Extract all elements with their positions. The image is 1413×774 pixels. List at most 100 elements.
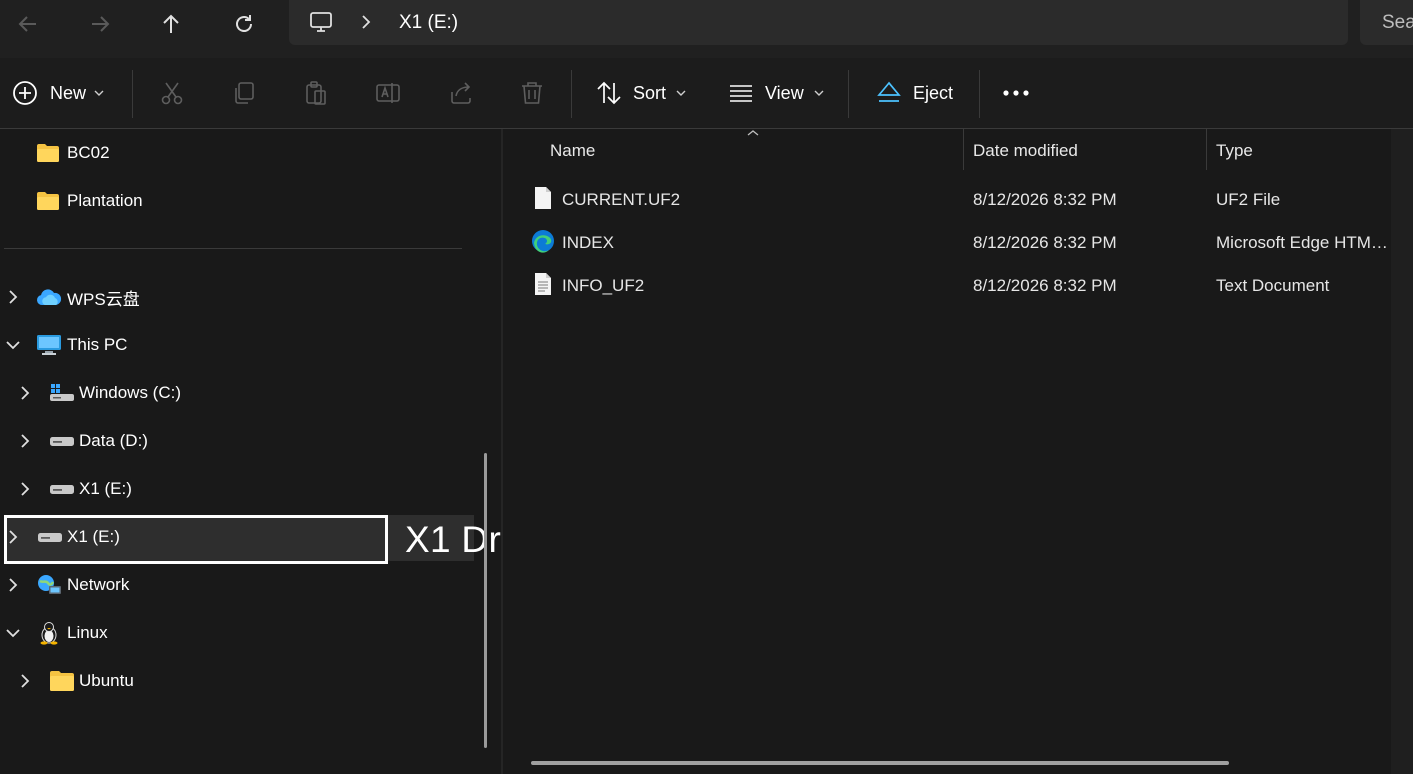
view-button[interactable]: View [728, 58, 824, 128]
nav-item-label: Ubuntu [79, 671, 134, 690]
more-dots-icon [1003, 90, 1029, 96]
cut-button[interactable] [159, 58, 185, 128]
nav-item-x1-e[interactable]: X1 (E:) [49, 467, 132, 511]
nav-item-network[interactable]: Network [36, 563, 129, 607]
up-arrow-icon [163, 14, 179, 33]
nav-item-data-d[interactable]: Data (D:) [49, 419, 148, 463]
chevron-right-icon[interactable] [18, 434, 32, 448]
cloud-icon [36, 289, 62, 305]
plus-circle-icon [13, 81, 37, 105]
nav-item-label: WPS云盘 [67, 289, 140, 309]
back-arrow-icon [18, 16, 36, 32]
file-date: 8/12/2026 8:32 PM [973, 190, 1117, 209]
nav-item-label: This PC [67, 335, 128, 354]
share-button[interactable] [448, 58, 474, 128]
sort-arrows-icon [597, 81, 621, 105]
sort-button[interactable]: Sort [596, 58, 686, 128]
folder-icon [37, 192, 59, 210]
search-placeholder: Sea [1382, 12, 1413, 33]
table-row[interactable]: INFO_UF2 8/12/2026 8:32 PM Text Document [503, 271, 1391, 301]
nav-item-label: Data (D:) [79, 431, 148, 450]
file-list: Name Date modified Type CURRENT.UF2 8/12… [503, 129, 1391, 774]
forward-arrow-icon [92, 16, 110, 32]
nav-item-bc02[interactable]: BC02 [36, 131, 110, 175]
nav-item-label: Windows (C:) [79, 383, 182, 402]
table-row[interactable]: CURRENT.UF2 8/12/2026 8:32 PM UF2 File [503, 185, 1391, 215]
nav-item-wps-cloud[interactable]: WPS云盘 [36, 275, 140, 319]
chevron-right-icon[interactable] [18, 482, 32, 496]
details-pane-edge [1391, 129, 1413, 774]
breadcrumb-chevron-icon [359, 14, 373, 30]
chevron-right-icon[interactable] [6, 578, 20, 592]
toolbar-separator [979, 70, 980, 118]
search-input[interactable]: Sea [1360, 0, 1413, 45]
column-header-name[interactable]: Name [550, 141, 595, 161]
new-button[interactable]: New [12, 58, 104, 128]
text-document-icon [533, 272, 553, 296]
delete-button[interactable] [519, 58, 545, 128]
folder-icon [50, 671, 74, 691]
column-separator[interactable] [1206, 129, 1207, 170]
file-type: Text Document [1216, 276, 1330, 295]
chevron-down-icon[interactable] [6, 626, 20, 640]
view-label: View [765, 82, 804, 103]
nav-item-label: Linux [67, 623, 108, 642]
sort-caret-icon [747, 129, 759, 137]
edge-icon [531, 229, 555, 253]
share-icon [451, 82, 471, 104]
address-bar-area: X1 (E:) Sea [0, 0, 1413, 58]
linux-penguin-icon [40, 622, 58, 645]
file-type: UF2 File [1216, 190, 1281, 209]
column-separator[interactable] [963, 129, 964, 170]
chevron-right-icon[interactable] [18, 386, 32, 400]
drive-icon [50, 485, 74, 494]
nav-item-windows-c[interactable]: Windows (C:) [49, 371, 181, 415]
chevron-down-icon [676, 90, 686, 96]
folder-icon [37, 144, 59, 162]
more-options-button[interactable] [1002, 58, 1030, 128]
horizontal-scrollbar[interactable] [531, 761, 1229, 765]
nav-item-label: Network [67, 575, 130, 594]
windows-drive-icon [50, 384, 74, 401]
chevron-right-icon[interactable] [6, 290, 20, 304]
command-bar: New Sort View Eject [0, 58, 1413, 129]
toolbar-separator [571, 70, 572, 118]
table-row[interactable]: INDEX 8/12/2026 8:32 PM Microsoft Edge H… [503, 228, 1391, 258]
sort-label: Sort [633, 82, 667, 103]
nav-scrollbar[interactable] [484, 453, 487, 748]
nav-item-this-pc[interactable]: This PC [36, 323, 127, 367]
chevron-down-icon [94, 90, 104, 96]
eject-label: Eject [913, 82, 954, 103]
back-button[interactable] [10, 6, 46, 42]
eject-button[interactable]: Eject [876, 58, 953, 128]
column-header-type[interactable]: Type [1216, 141, 1253, 161]
rename-button[interactable] [375, 58, 401, 128]
breadcrumb-current[interactable]: X1 (E:) [399, 12, 458, 34]
copy-icon [235, 82, 254, 104]
paste-button[interactable] [303, 58, 329, 128]
chevron-down-icon[interactable] [6, 338, 20, 352]
file-name: INFO_UF2 [562, 276, 645, 295]
rename-icon [376, 83, 400, 103]
nav-item-linux[interactable]: Linux [38, 611, 108, 655]
chevron-right-icon[interactable] [18, 674, 32, 688]
copy-button[interactable] [231, 58, 257, 128]
nav-item-plantation[interactable]: Plantation [36, 179, 143, 223]
trash-icon [522, 82, 542, 104]
scissors-icon [161, 82, 183, 105]
column-header-date[interactable]: Date modified [973, 141, 1078, 161]
address-box[interactable]: X1 (E:) [289, 0, 1348, 45]
network-icon [38, 575, 61, 594]
refresh-icon [236, 15, 252, 32]
up-button[interactable] [153, 6, 189, 42]
monitor-icon [37, 335, 61, 355]
nav-item-label: Plantation [67, 191, 143, 210]
refresh-button[interactable] [226, 6, 262, 42]
new-label: New [50, 82, 87, 103]
file-type: Microsoft Edge HTM… [1216, 233, 1388, 252]
view-lines-icon [730, 85, 752, 102]
forward-button[interactable] [82, 6, 118, 42]
highlight-frame [4, 515, 388, 564]
nav-item-ubuntu[interactable]: Ubuntu [49, 659, 134, 703]
clipboard-icon [306, 81, 326, 105]
